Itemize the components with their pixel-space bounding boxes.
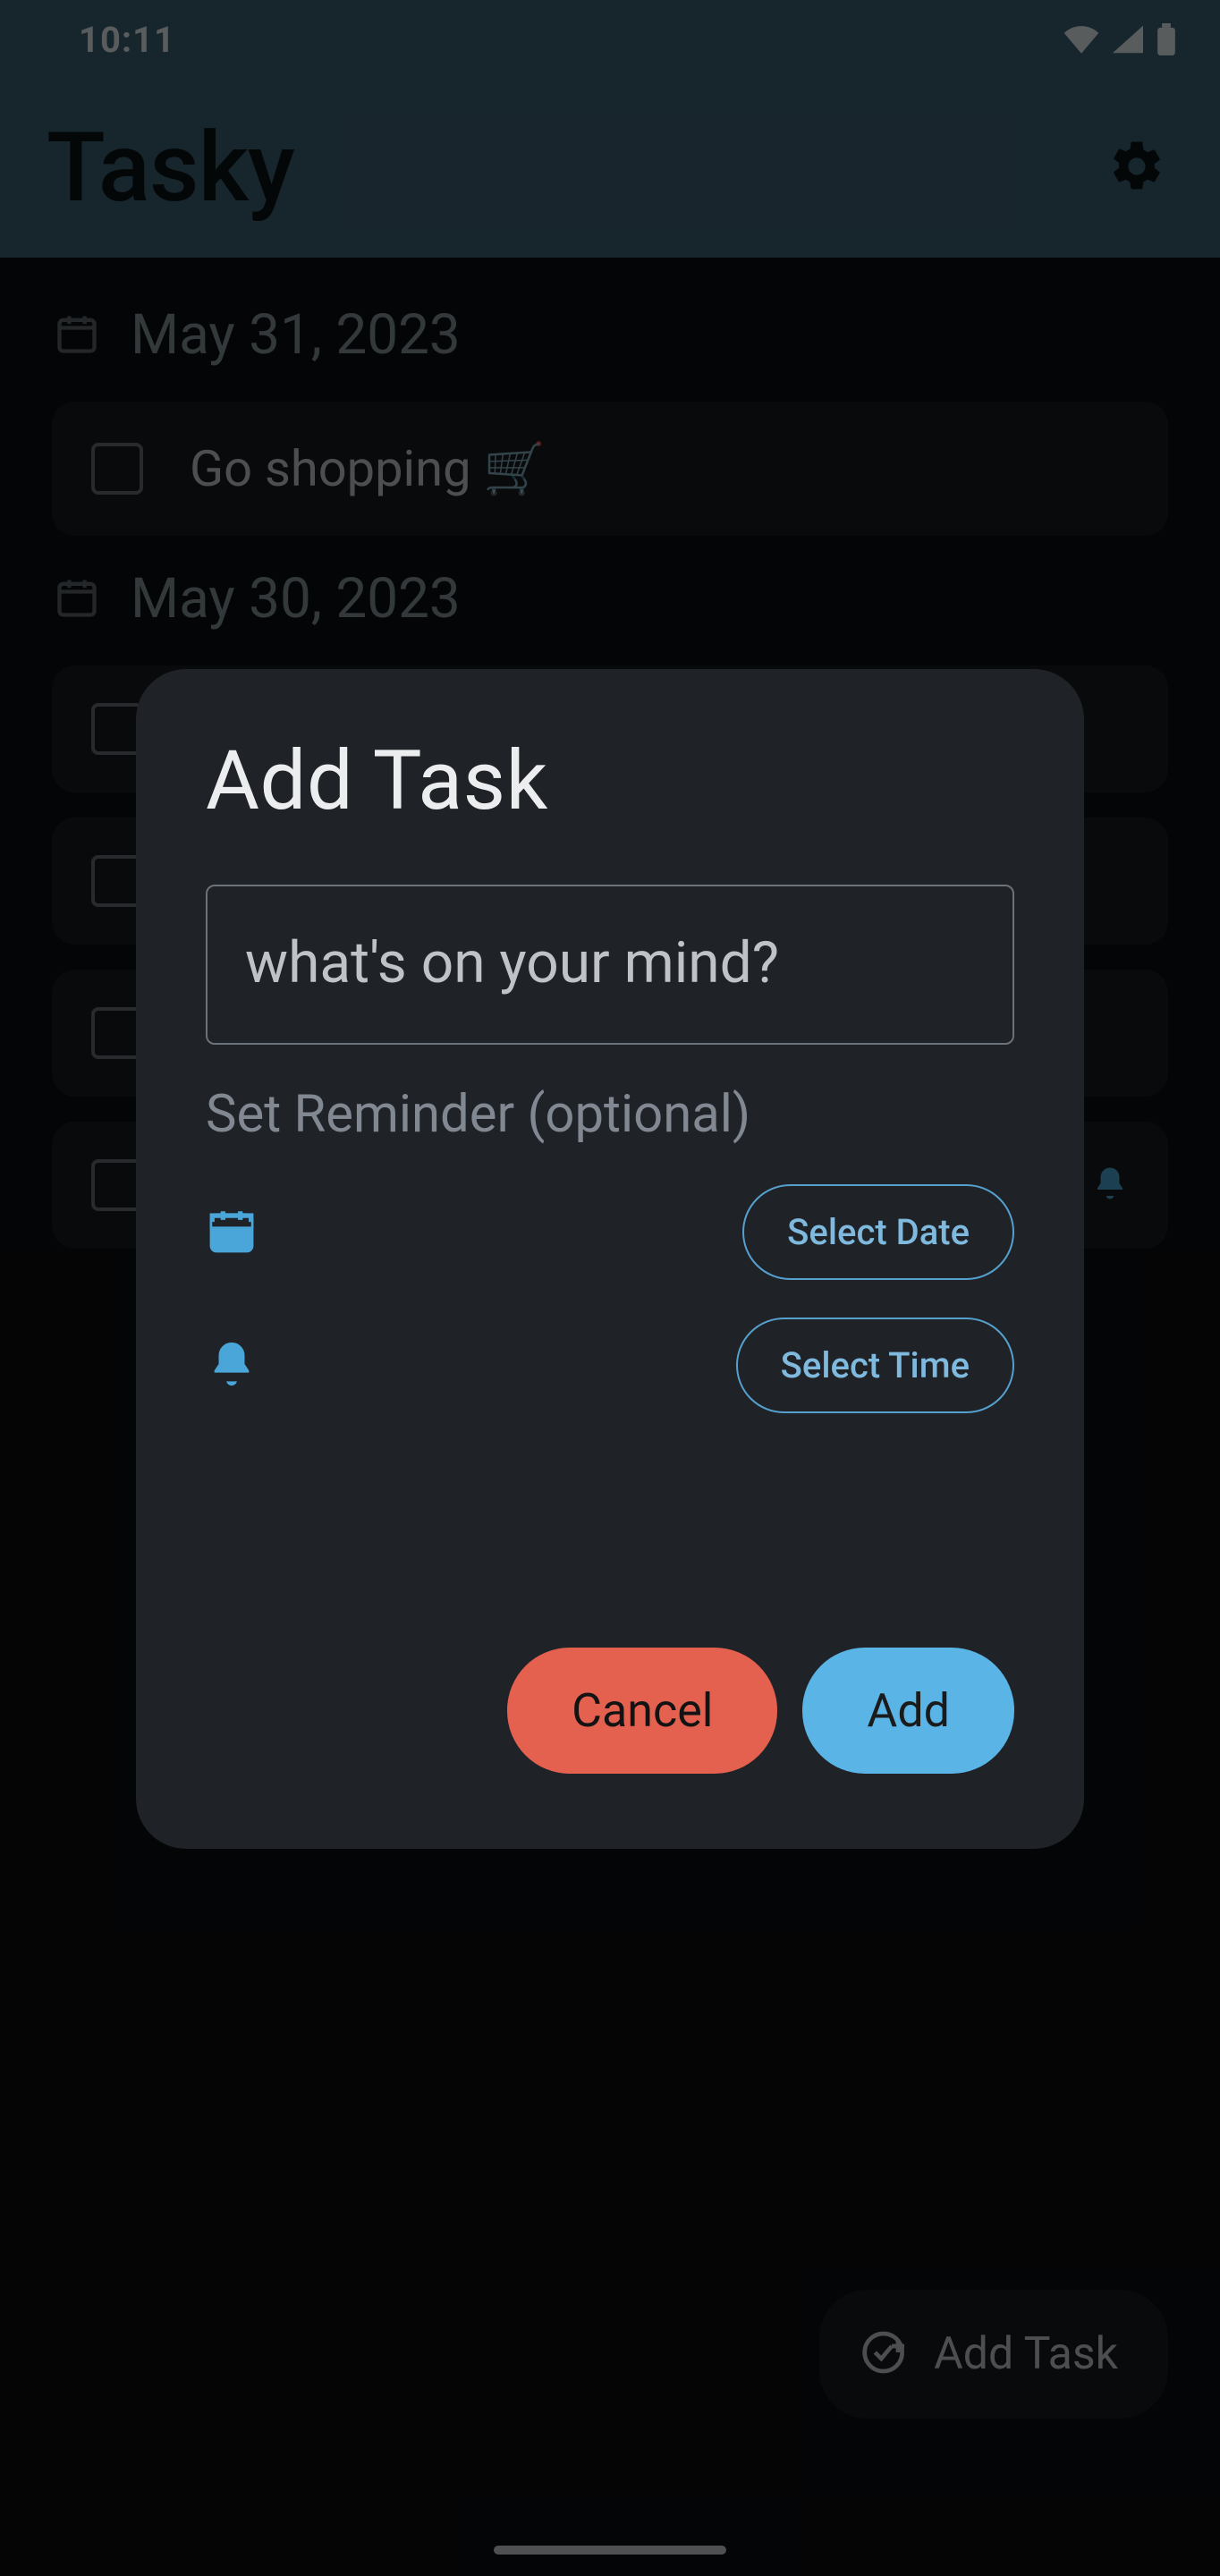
task-title-input[interactable] — [206, 885, 1014, 1045]
cancel-button[interactable]: Cancel — [507, 1648, 777, 1774]
add-task-dialog: Add Task Set Reminder (optional) Select … — [136, 669, 1084, 1849]
time-picker-row: Select Time — [206, 1318, 1014, 1413]
reminder-section-label: Set Reminder (optional) — [206, 1084, 1014, 1145]
select-date-button[interactable]: Select Date — [742, 1184, 1014, 1280]
date-picker-row: Select Date — [206, 1184, 1014, 1280]
calendar-icon — [206, 1205, 258, 1260]
dialog-title: Add Task — [206, 733, 1014, 829]
bell-icon — [206, 1338, 258, 1394]
dialog-actions: Cancel Add — [206, 1648, 1014, 1774]
add-button[interactable]: Add — [802, 1648, 1014, 1774]
select-time-button[interactable]: Select Time — [736, 1318, 1014, 1413]
